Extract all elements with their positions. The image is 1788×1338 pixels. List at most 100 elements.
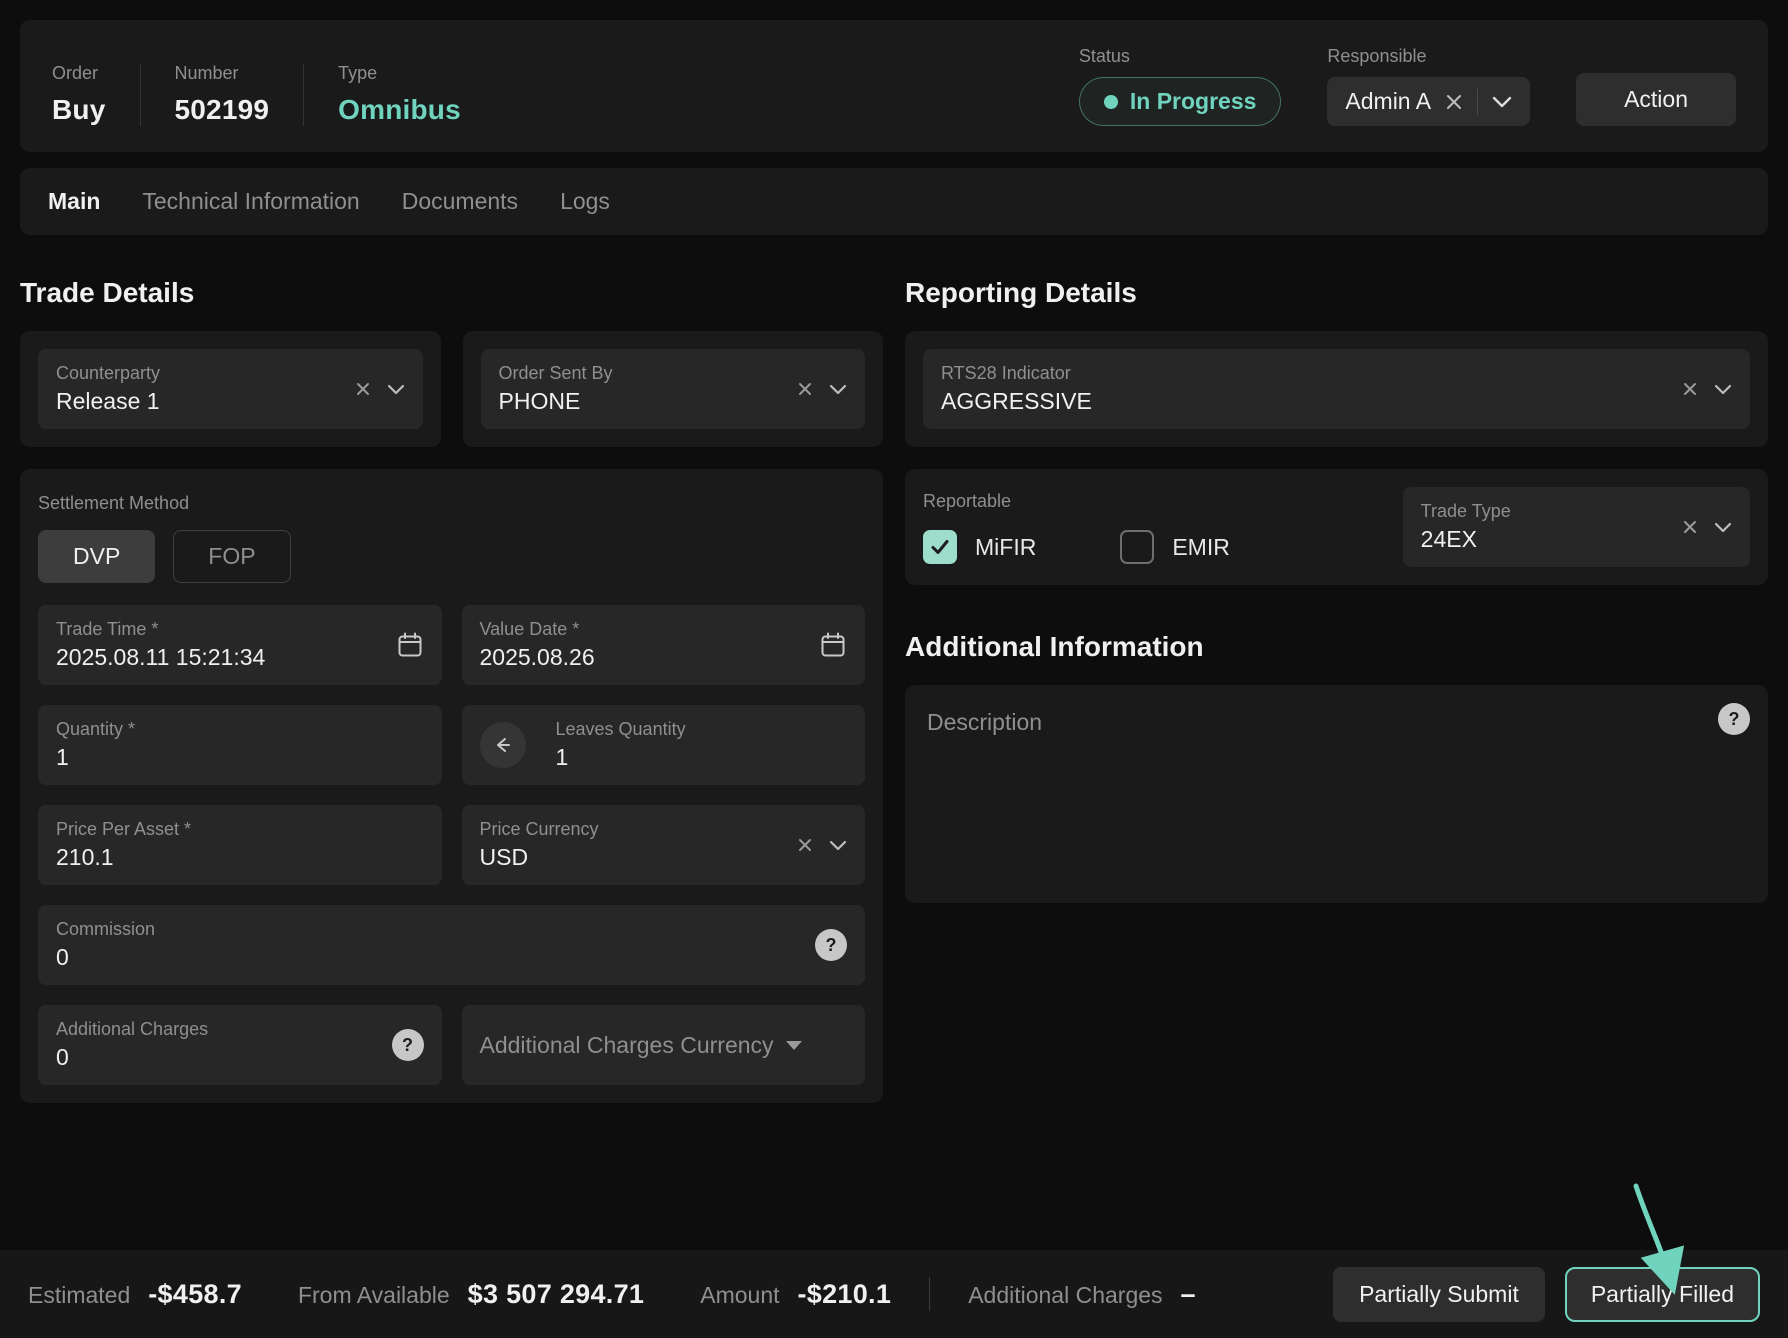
order-sent-by-label: Order Sent By (499, 363, 613, 384)
footer-divider (929, 1277, 930, 1311)
tab-logs[interactable]: Logs (560, 186, 610, 217)
tabs-bar: Main Technical Information Documents Log… (20, 168, 1768, 235)
tab-main[interactable]: Main (48, 186, 100, 217)
footer-buttons: Partially Submit Partially Filled (1333, 1267, 1760, 1322)
checkbox-unchecked-icon[interactable] (1120, 530, 1154, 564)
trade-fields-card: Settlement Method DVP FOP Trade Time * 2… (20, 469, 883, 1103)
header-divider (140, 64, 141, 126)
rts28-indicator-value: AGGRESSIVE (941, 388, 1092, 415)
trade-details-column: Trade Details Counterparty Release 1 (20, 277, 883, 1103)
close-icon[interactable] (797, 837, 813, 853)
order-sent-by-value: PHONE (499, 388, 613, 415)
quantity-field[interactable]: Quantity * 1 (38, 705, 442, 785)
amount-value: -$210.1 (798, 1279, 892, 1310)
close-icon[interactable] (355, 381, 371, 397)
counterparty-card: Counterparty Release 1 (20, 331, 441, 447)
price-currency-select[interactable]: Price Currency USD (462, 805, 866, 885)
summary-footer: Estimated -$458.7 From Available $3 507 … (0, 1250, 1788, 1338)
settlement-fop-button[interactable]: FOP (173, 530, 290, 583)
close-icon[interactable] (797, 381, 813, 397)
status-badge[interactable]: In Progress (1079, 77, 1282, 126)
value-date-field[interactable]: Value Date * 2025.08.26 (462, 605, 866, 685)
order-header: Order Buy Number 502199 Type Omnibus Sta… (20, 20, 1768, 152)
additional-charges-field[interactable]: Additional Charges 0 ? (38, 1005, 442, 1085)
tab-documents[interactable]: Documents (402, 186, 518, 217)
order-sent-by-select[interactable]: Order Sent By PHONE (481, 349, 866, 429)
status-label: Status (1079, 46, 1282, 67)
counterparty-select[interactable]: Counterparty Release 1 (38, 349, 423, 429)
settlement-method-label: Settlement Method (38, 493, 865, 514)
footer-additional-charges-label: Additional Charges (968, 1282, 1162, 1309)
trade-details-top-row: Counterparty Release 1 (20, 331, 883, 447)
estimated-value: -$458.7 (148, 1279, 242, 1310)
chevron-down-icon[interactable] (1492, 96, 1512, 108)
leaves-quantity-field[interactable]: Leaves Quantity 1 (462, 705, 866, 785)
description-card[interactable]: Description ? (905, 685, 1768, 903)
partially-submit-button[interactable]: Partially Submit (1333, 1267, 1545, 1322)
reportable-card: Reportable MiFIR EMIR (905, 469, 1768, 585)
emir-checkbox-item[interactable]: EMIR (1120, 530, 1230, 564)
additional-charges-group: Additional Charges – (968, 1279, 1196, 1310)
commission-field[interactable]: Commission 0 ? (38, 905, 865, 985)
partially-filled-button[interactable]: Partially Filled (1565, 1267, 1760, 1322)
estimated-group: Estimated -$458.7 (28, 1279, 242, 1310)
amount-group: Amount -$210.1 (700, 1279, 891, 1310)
responsible-label: Responsible (1327, 46, 1530, 67)
price-per-asset-field[interactable]: Price Per Asset * 210.1 (38, 805, 442, 885)
trade-details-title: Trade Details (20, 277, 883, 309)
trade-type-wrap: Trade Type 24EX (1403, 487, 1750, 567)
additional-charges-currency-select[interactable]: Additional Charges Currency (462, 1005, 866, 1085)
chip-divider (1477, 89, 1478, 115)
leaves-quantity-value: 1 (556, 744, 848, 771)
leaves-quantity-label: Leaves Quantity (556, 719, 848, 740)
close-icon[interactable] (1682, 381, 1698, 397)
order-page: Order Buy Number 502199 Type Omnibus Sta… (0, 0, 1788, 1338)
chevron-down-icon[interactable] (387, 384, 405, 395)
close-icon[interactable] (1445, 93, 1463, 111)
type-label: Type (338, 63, 461, 84)
mifir-label: MiFIR (975, 534, 1036, 561)
help-icon[interactable]: ? (1718, 703, 1750, 735)
value-date-value: 2025.08.26 (480, 644, 595, 671)
estimated-label: Estimated (28, 1282, 130, 1309)
main-content: Trade Details Counterparty Release 1 (20, 277, 1768, 1103)
help-icon[interactable]: ? (392, 1029, 424, 1061)
action-button[interactable]: Action (1576, 73, 1736, 126)
responsible-select[interactable]: Admin A (1327, 77, 1530, 126)
help-icon[interactable]: ? (815, 929, 847, 961)
status-group: Status In Progress (1079, 46, 1282, 126)
mifir-checkbox-item[interactable]: MiFIR (923, 530, 1036, 564)
trade-type-label: Trade Type (1421, 501, 1511, 522)
emir-label: EMIR (1172, 534, 1230, 561)
chevron-down-icon[interactable] (829, 384, 847, 395)
from-available-label: From Available (298, 1282, 450, 1309)
chevron-down-icon[interactable] (1714, 522, 1732, 533)
counterparty-label: Counterparty (56, 363, 160, 384)
footer-additional-charges-value: – (1181, 1279, 1196, 1310)
calendar-icon[interactable] (819, 631, 847, 659)
dropdown-triangle-icon[interactable] (786, 1041, 802, 1050)
calendar-icon[interactable] (396, 631, 424, 659)
order-number-group: Number 502199 (175, 63, 270, 126)
status-badge-label: In Progress (1130, 88, 1257, 115)
settlement-dvp-button[interactable]: DVP (38, 530, 155, 583)
number-label: Number (175, 63, 270, 84)
trade-type-select[interactable]: Trade Type 24EX (1403, 487, 1750, 567)
trade-time-field[interactable]: Trade Time * 2025.08.11 15:21:34 (38, 605, 442, 685)
copy-left-arrow-icon[interactable] (480, 722, 526, 768)
price-per-asset-value: 210.1 (56, 844, 191, 871)
rts28-indicator-select[interactable]: RTS28 Indicator AGGRESSIVE (923, 349, 1750, 429)
checkbox-checked-icon[interactable] (923, 530, 957, 564)
tab-technical-information[interactable]: Technical Information (142, 186, 359, 217)
reportable-group: Reportable MiFIR EMIR (923, 487, 1230, 567)
price-currency-label: Price Currency (480, 819, 599, 840)
order-type-group: Type Omnibus (338, 63, 461, 126)
close-icon[interactable] (1682, 519, 1698, 535)
chevron-down-icon[interactable] (829, 840, 847, 851)
order-side-group: Order Buy (52, 63, 106, 126)
chevron-down-icon[interactable] (1714, 384, 1732, 395)
order-side-value: Buy (52, 94, 106, 126)
trade-type-value: 24EX (1421, 526, 1511, 553)
from-available-value: $3 507 294.71 (468, 1279, 645, 1310)
value-date-label: Value Date * (480, 619, 595, 640)
